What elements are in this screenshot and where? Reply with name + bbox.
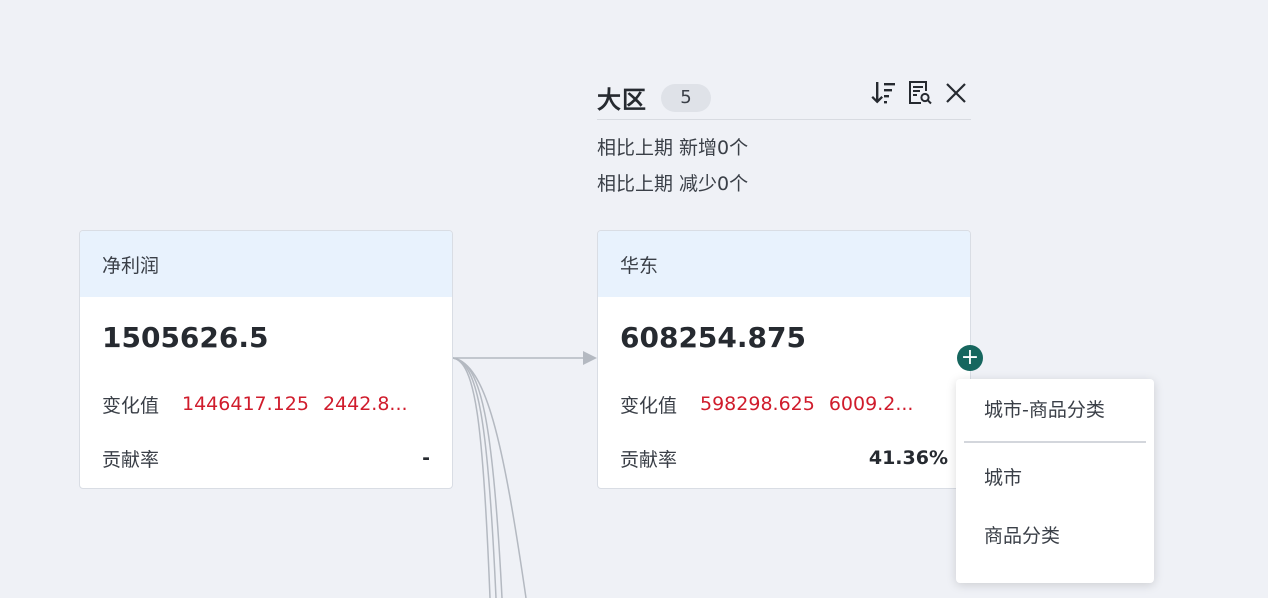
change-values: 1446417.125 2442.8... (182, 393, 408, 415)
group-title: 大区 (597, 86, 647, 114)
report-search-icon[interactable] (907, 80, 933, 106)
card-header: 净利润 (80, 231, 452, 297)
group-header-region: 大区 5 相比上期 新增0个 相比上期 减少0个 (597, 76, 971, 202)
change-value-secondary: 2442.8... (322, 393, 408, 415)
group-count-badge: 5 (661, 83, 711, 112)
add-drilldown-button[interactable]: + (957, 345, 983, 371)
metric-card-net-profit[interactable]: 净利润 1505626.5 变化值 1446417.125 2442.8... … (79, 230, 453, 489)
close-icon[interactable] (943, 80, 969, 106)
drilldown-dimension-menu: 城市-商品分类 城市 商品分类 (956, 379, 1154, 583)
menu-item-product-category[interactable]: 商品分类 (956, 505, 1154, 563)
card-value: 1505626.5 (102, 321, 269, 354)
group-stats: 相比上期 新增0个 相比上期 减少0个 (597, 120, 971, 202)
contribution-label: 贡献率 (102, 448, 160, 471)
card-value: 608254.875 (620, 321, 806, 354)
contribution-row: 贡献率 41.36% (598, 431, 970, 485)
group-header-bar: 大区 5 (597, 76, 971, 120)
sort-icon[interactable] (871, 80, 897, 106)
menu-divider (964, 441, 1146, 443)
change-label: 变化值 (102, 394, 160, 417)
change-row: 变化值 1446417.125 2442.8... (80, 377, 452, 431)
change-value-secondary: 6009.2... (828, 393, 914, 415)
group-toolbar (871, 80, 969, 106)
contribution-value: 41.36% (868, 447, 948, 469)
plus-icon: + (960, 345, 980, 370)
removed-count-text: 相比上期 减少0个 (597, 173, 749, 195)
change-value-absolute: 1446417.125 (182, 393, 309, 415)
contribution-value: - (422, 447, 430, 469)
change-label: 变化值 (620, 394, 678, 417)
card-header: 华东 (598, 231, 970, 297)
metric-card-east-china[interactable]: 华东 608254.875 变化值 598298.625 6009.2... 贡… (597, 230, 971, 489)
added-count-text: 相比上期 新增0个 (597, 137, 749, 159)
menu-item-city-product-category[interactable]: 城市-商品分类 (956, 379, 1154, 437)
change-value-absolute: 598298.625 (700, 393, 815, 415)
change-row: 变化值 598298.625 6009.2... (598, 377, 970, 431)
menu-item-city[interactable]: 城市 (956, 447, 1154, 505)
contribution-label: 贡献率 (620, 448, 678, 471)
contribution-row: 贡献率 - (80, 431, 452, 485)
change-values: 598298.625 6009.2... (700, 393, 913, 415)
